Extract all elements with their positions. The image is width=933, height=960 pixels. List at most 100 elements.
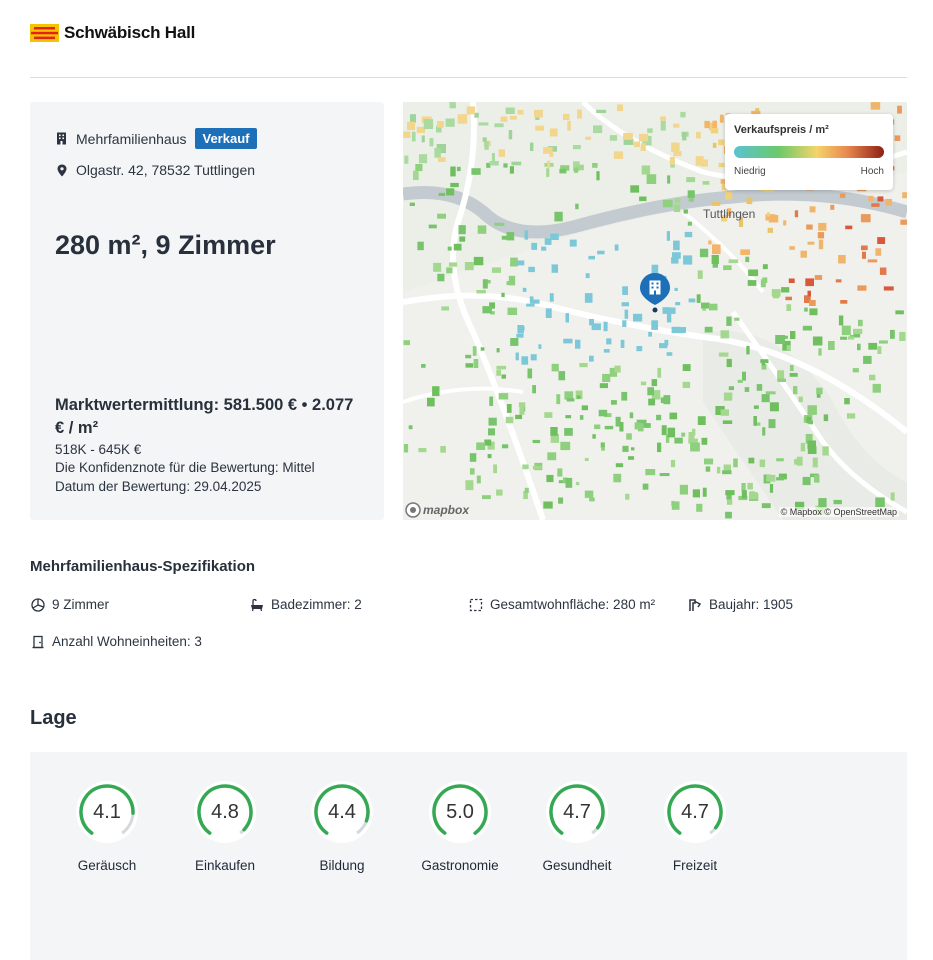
map-building — [506, 232, 515, 241]
map-building — [789, 365, 794, 372]
map-building — [623, 132, 633, 140]
map-building — [577, 109, 582, 119]
mapbox-logo[interactable]: mapbox — [405, 502, 469, 518]
map-building — [450, 166, 456, 177]
map-building — [890, 492, 895, 501]
map-building — [636, 346, 643, 352]
map-building — [728, 386, 734, 391]
map-building — [418, 448, 427, 453]
map-building — [648, 331, 652, 337]
map-building — [603, 349, 610, 353]
map-building — [761, 503, 771, 509]
map-building — [641, 165, 651, 175]
map-building — [496, 365, 507, 370]
map-building — [428, 224, 437, 229]
map-building — [482, 279, 488, 289]
map-building — [748, 269, 759, 277]
map-building — [584, 293, 593, 303]
map-building — [704, 326, 713, 333]
map-building — [679, 484, 688, 495]
location-pin-icon — [55, 164, 68, 177]
map-building — [522, 287, 527, 292]
map-building — [494, 222, 505, 226]
map-building — [862, 251, 866, 259]
price-heat-map[interactable]: Tuttlingen Verkaufspreis / m² Niedrig Ho… — [403, 102, 907, 520]
map-building — [818, 222, 827, 231]
map-building — [720, 409, 729, 416]
map-building — [456, 166, 461, 172]
map-building — [723, 265, 732, 271]
map-building — [844, 398, 850, 405]
score-label: Einkaufen — [194, 858, 256, 873]
map-building — [807, 290, 811, 297]
map-building — [596, 171, 600, 181]
property-address: Olgastr. 42, 78532 Tuttlingen — [76, 162, 256, 178]
map-building — [861, 245, 868, 251]
map-building — [705, 466, 711, 472]
map-building — [530, 142, 534, 151]
map-building — [599, 383, 608, 389]
map-building — [469, 468, 475, 475]
score-gastronomy: 5.0 Gastronomie — [410, 780, 510, 873]
map-building — [701, 437, 708, 445]
map-building — [484, 141, 489, 150]
map-building — [521, 356, 529, 365]
map-building — [890, 329, 895, 339]
property-location-marker[interactable] — [639, 272, 671, 319]
map-building — [601, 446, 605, 451]
map-building — [557, 468, 563, 477]
map-building — [809, 300, 816, 306]
map-building — [720, 330, 730, 339]
brand-logo[interactable]: Schwäbisch Hall — [30, 23, 195, 43]
score-gauge: 5.0 — [428, 780, 492, 844]
map-building — [700, 159, 708, 167]
map-building — [597, 250, 605, 255]
map-attribution[interactable]: © Mapbox © OpenStreetMap — [778, 507, 899, 517]
map-building — [517, 109, 524, 115]
property-type-row: Mehrfamilienhaus Verkauf — [55, 128, 258, 149]
map-building — [584, 490, 594, 498]
map-building — [716, 466, 721, 474]
map-building — [841, 325, 851, 336]
valuation-title: Marktwertermittlung: 581.500 € • 2.077 €… — [55, 396, 354, 437]
map-building — [753, 405, 759, 409]
map-building — [871, 203, 880, 207]
spec-year: Baujahr: 1905 — [688, 597, 793, 612]
map-building — [549, 128, 558, 137]
map-building — [459, 236, 466, 242]
map-building — [560, 441, 571, 451]
map-building — [747, 482, 753, 490]
map-building — [588, 255, 595, 260]
map-building — [760, 359, 769, 363]
map-building — [877, 237, 886, 244]
map-building — [711, 202, 721, 206]
map-building — [785, 296, 792, 301]
map-building — [524, 487, 529, 493]
map-building — [793, 386, 798, 395]
map-building — [617, 104, 623, 112]
map-building — [565, 415, 572, 419]
map-building — [669, 412, 678, 420]
valuation-range: 518K - 645K € — [55, 442, 142, 457]
map-building — [496, 489, 503, 496]
map-building — [830, 204, 835, 210]
map-building — [466, 106, 476, 115]
map-building — [858, 319, 863, 327]
map-building — [894, 135, 901, 141]
map-building — [589, 355, 594, 362]
schwaebisch-hall-logo-icon — [30, 24, 59, 42]
map-building — [592, 434, 596, 439]
map-building — [812, 336, 823, 346]
map-building — [816, 387, 823, 395]
map-building — [723, 392, 733, 401]
map-building — [814, 275, 823, 280]
map-building — [788, 278, 795, 283]
map-building — [526, 303, 535, 307]
map-building — [741, 483, 746, 492]
map-building — [875, 248, 882, 256]
map-building — [809, 308, 818, 316]
map-building — [551, 363, 559, 372]
map-building — [783, 220, 787, 226]
map-building — [538, 344, 542, 349]
map-building — [508, 130, 513, 140]
